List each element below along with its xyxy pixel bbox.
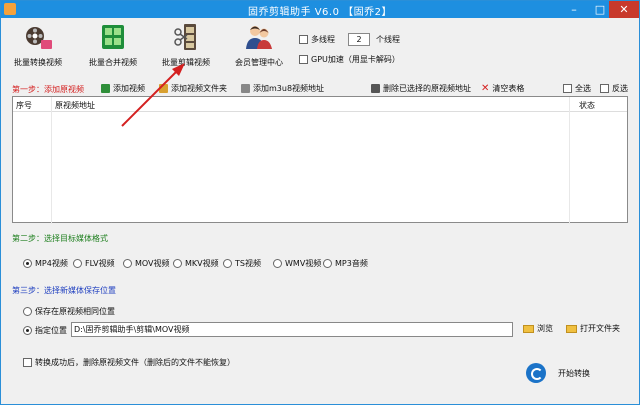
multithread-label: 多线程	[311, 35, 335, 44]
link-icon	[241, 84, 250, 93]
add-folder-label: 添加视频文件夹	[171, 84, 227, 93]
clear-table-label: 清空表格	[492, 84, 525, 93]
multithread-option: 多线程 2 个线程	[299, 33, 400, 46]
minimize-button[interactable]: –	[561, 1, 587, 18]
film-scissors-icon	[171, 22, 201, 52]
radio-icon	[323, 259, 332, 268]
tool-label: 批量转换视频	[14, 58, 62, 67]
video-list-table[interactable]: 序号 原视频地址 状态	[12, 96, 628, 224]
gpu-label: GPU加速（用显卡解码）	[311, 55, 400, 64]
delete-selected-label: 删除已选择的原视频地址	[383, 84, 471, 93]
thread-count-input[interactable]: 2	[348, 33, 370, 46]
format-mp3[interactable]: MP3音频	[323, 258, 368, 269]
radio-icon	[223, 259, 232, 268]
column-divider	[51, 97, 52, 224]
film-reel-icon	[23, 22, 53, 52]
tool-label: 批量剪辑视频	[162, 58, 210, 67]
format-label: TS视频	[235, 259, 261, 268]
save-custom-location-option[interactable]: 指定位置	[23, 325, 67, 336]
format-label: MP4视频	[35, 259, 68, 268]
add-video-label: 添加视频	[113, 84, 145, 93]
step2-title: 第二步：选择目标媒体格式	[12, 234, 108, 243]
open-folder-label: 打开文件夹	[580, 324, 620, 333]
column-path: 原视频地址	[55, 101, 95, 110]
radio-icon	[23, 307, 32, 316]
close-button[interactable]: ✕	[609, 1, 639, 18]
tool-batch-merge[interactable]: 批量合并视频	[82, 22, 144, 72]
film-add-icon	[101, 84, 110, 93]
delete-after-option[interactable]: 转换成功后，删除原视频文件（删除后的文件不能恢复）	[23, 357, 235, 368]
select-all-label: 全选	[575, 84, 591, 93]
open-folder-button[interactable]: 打开文件夹	[566, 323, 620, 334]
film-grid-icon	[98, 22, 128, 52]
step3-title: 第三步：选择新媒体保存位置	[12, 286, 116, 295]
save-same-location-option[interactable]: 保存在原视频相同位置	[23, 306, 115, 317]
thread-unit-label: 个线程	[376, 35, 400, 44]
radio-icon	[273, 259, 282, 268]
tool-batch-edit[interactable]: 批量剪辑视频	[155, 22, 217, 72]
radio-icon	[73, 259, 82, 268]
gpu-option: GPU加速（用显卡解码）	[299, 54, 400, 65]
browse-label: 浏览	[537, 324, 553, 333]
start-convert-label: 开始转换	[558, 368, 590, 378]
add-video-button[interactable]: 添加视频	[101, 83, 145, 94]
delete-after-checkbox	[23, 358, 32, 367]
radio-icon	[23, 259, 32, 268]
gpu-checkbox[interactable]	[299, 55, 308, 64]
format-label: MOV视频	[135, 259, 170, 268]
app-window: 固乔剪辑助手 V6.0 【固乔2】 – □ ✕ 批量转换视频 批量合并视频 批量…	[0, 0, 640, 405]
clear-x-icon: ✕	[481, 82, 490, 94]
radio-icon	[123, 259, 132, 268]
add-m3u8-button[interactable]: 添加m3u8视频地址	[241, 83, 324, 94]
format-label: WMV视频	[285, 259, 322, 268]
format-label: FLV视频	[85, 259, 115, 268]
multithread-checkbox[interactable]	[299, 35, 308, 44]
select-all-icon	[563, 84, 572, 93]
delete-list-icon	[371, 84, 380, 93]
invert-select-label: 反选	[612, 84, 628, 93]
members-icon	[244, 22, 274, 52]
title-bar: 固乔剪辑助手 V6.0 【固乔2】 – □ ✕	[1, 1, 639, 18]
column-status: 状态	[579, 101, 595, 110]
column-divider	[569, 97, 570, 224]
browse-button[interactable]: 浏览	[523, 323, 553, 334]
save-path-input[interactable]: D:\固乔剪辑助手\剪辑\MOV视频	[71, 322, 513, 337]
tool-label: 会员管理中心	[235, 58, 283, 67]
window-title: 固乔剪辑助手 V6.0 【固乔2】	[248, 7, 392, 18]
format-mov[interactable]: MOV视频	[123, 258, 170, 269]
select-all-button[interactable]: 全选	[563, 83, 591, 94]
format-flv[interactable]: FLV视频	[73, 258, 115, 269]
main-toolbar: 批量转换视频 批量合并视频 批量剪辑视频 会员管理中心 多线程 2 个线程 GP…	[1, 18, 639, 73]
table-header: 序号 原视频地址 状态	[13, 97, 627, 224]
radio-icon	[23, 326, 32, 335]
format-wmv[interactable]: WMV视频	[273, 258, 321, 269]
tool-label: 批量合并视频	[89, 58, 137, 67]
column-index: 序号	[16, 101, 32, 110]
folder-add-icon	[159, 84, 168, 93]
format-mp4[interactable]: MP4视频	[23, 258, 68, 269]
folder-open-icon	[566, 324, 577, 333]
add-folder-button[interactable]: 添加视频文件夹	[159, 83, 227, 94]
tool-batch-convert[interactable]: 批量转换视频	[7, 22, 69, 72]
start-convert-button[interactable]: 开始转换	[526, 361, 616, 385]
folder-icon	[523, 324, 534, 333]
radio-icon	[173, 259, 182, 268]
add-m3u8-label: 添加m3u8视频地址	[253, 84, 325, 93]
format-ts[interactable]: TS视频	[223, 258, 261, 269]
format-label: MP3音频	[335, 259, 368, 268]
format-label: MKV视频	[185, 259, 219, 268]
delete-after-label: 转换成功后，删除原视频文件（删除后的文件不能恢复）	[35, 358, 235, 367]
delete-selected-button[interactable]: 删除已选择的原视频地址	[371, 83, 471, 94]
tool-member-center[interactable]: 会员管理中心	[228, 22, 290, 72]
invert-select-icon	[600, 84, 609, 93]
format-mkv[interactable]: MKV视频	[173, 258, 219, 269]
save-same-location-label: 保存在原视频相同位置	[35, 307, 115, 316]
clear-table-button[interactable]: ✕ 清空表格	[481, 83, 524, 94]
save-custom-location-label: 指定位置	[35, 326, 67, 335]
step1-title: 第一步：添加原视频	[12, 85, 84, 94]
convert-refresh-icon	[526, 363, 546, 383]
invert-select-button[interactable]: 反选	[600, 83, 628, 94]
